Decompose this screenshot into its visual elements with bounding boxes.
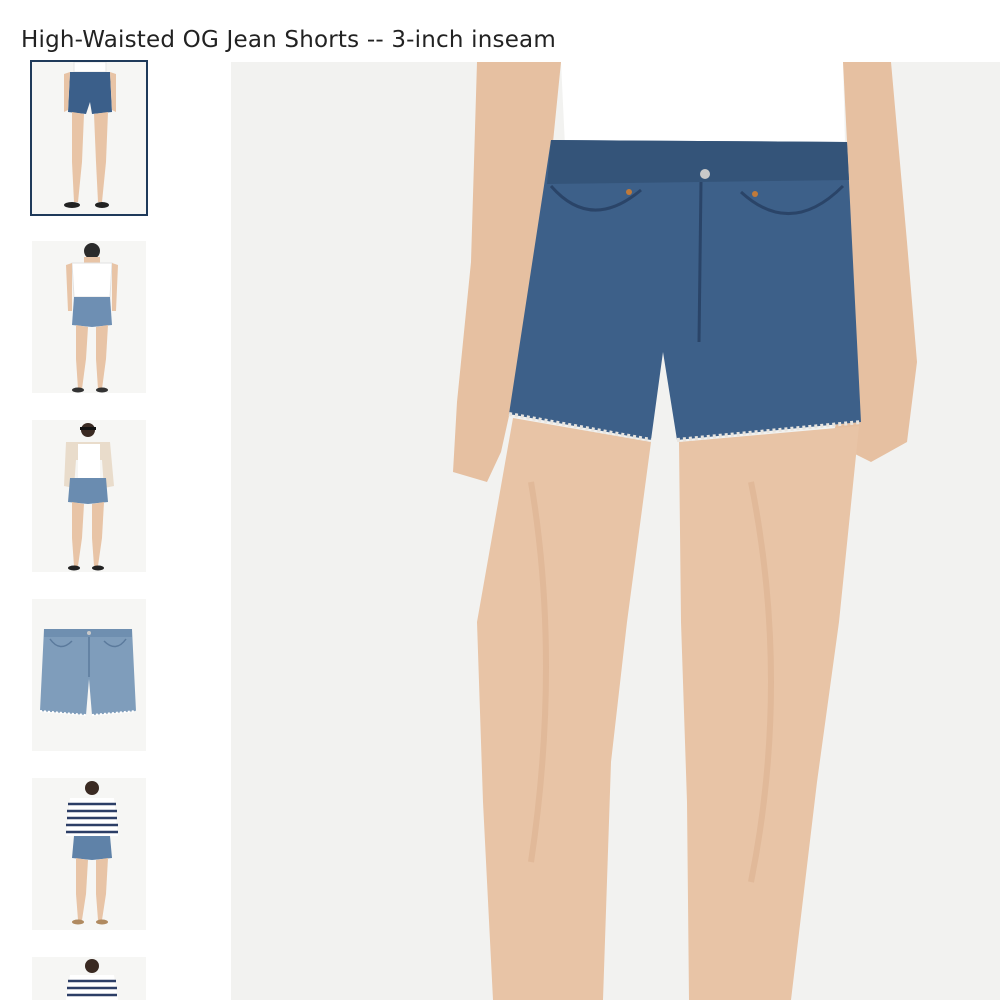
main-product-image[interactable] xyxy=(231,62,1000,1000)
model-with-cardigan-icon xyxy=(32,420,146,572)
thumbnail-front-view[interactable] xyxy=(30,60,148,216)
back-view-model-icon xyxy=(32,241,146,393)
model-striped-top-partial-icon xyxy=(32,957,146,1000)
model-striped-sweater-icon xyxy=(32,778,146,930)
model-front-jean-shorts-icon xyxy=(231,62,1000,1000)
thumbnail-cardigan-view[interactable] xyxy=(32,420,146,572)
thumbnail-striped-top[interactable] xyxy=(32,957,146,1000)
thumbnail-flat-lay[interactable] xyxy=(32,599,146,751)
thumbnail-striped-sweater[interactable] xyxy=(32,778,146,930)
product-title: High-Waisted OG Jean Shorts -- 3-inch in… xyxy=(21,27,556,54)
front-view-model-icon xyxy=(32,62,146,214)
flat-lay-shorts-icon xyxy=(32,599,146,751)
thumbnail-back-view[interactable] xyxy=(32,241,146,393)
